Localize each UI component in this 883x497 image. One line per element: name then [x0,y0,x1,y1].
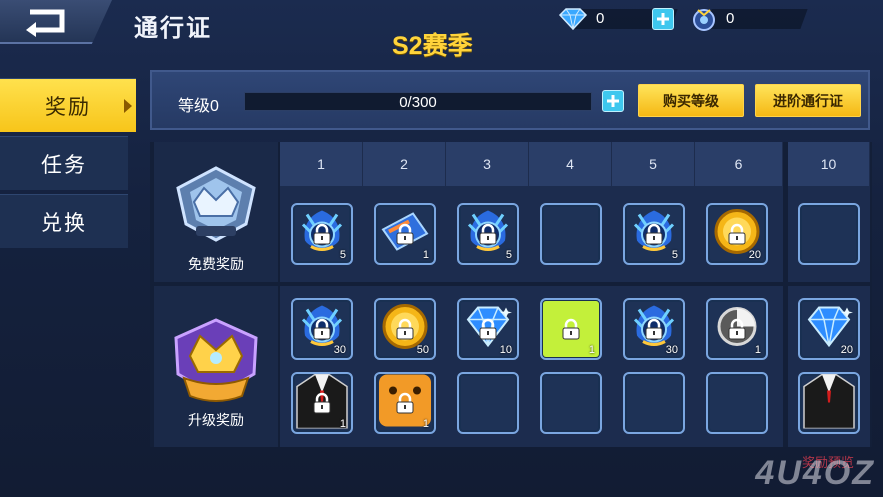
token-count: 0 [726,10,735,27]
item-count: 20 [840,344,853,356]
add-level-button[interactable] [602,90,624,112]
top-bar: 通行证 S2赛季 0 0 [0,0,883,62]
premium-reward-slot[interactable] [706,372,768,434]
free-reward-label: 免费奖励 [188,256,244,272]
page-title: 通行证 [134,15,212,42]
purple-gold-crown-emblem-icon [174,318,258,402]
level-progress-bar: 0/300 [244,92,592,111]
active-arrow-icon [124,99,132,113]
premium-reward-slot[interactable]: 50 [374,298,436,360]
column-header: 2 [363,142,446,186]
premium-reward-label: 升级奖励 [188,412,244,428]
diamond-icon [558,8,588,31]
black-suit-icon [800,374,858,432]
back-button[interactable] [0,0,112,44]
free-reward-slot[interactable] [798,203,860,265]
column-header-milestone: 10 [788,142,870,186]
add-diamond-button[interactable] [652,8,674,30]
premium-reward-slot[interactable]: 1 [706,298,768,360]
free-reward-slot[interactable]: 5 [623,203,685,265]
level-progress-text: 0/300 [399,94,437,111]
item-count: 50 [416,344,429,356]
reward-grid: 免费奖励 升级奖励 1 2 3 4 5 6 10 5 1 5 5 20 30 50 10 1 30… [150,142,872,447]
item-count: 10 [499,344,512,356]
token-currency: 0 [690,7,808,31]
premium-reward-slot[interactable] [457,372,519,434]
item-count: 30 [333,344,346,356]
season-title: S2赛季 [392,32,473,60]
sidebar-item-label: 兑换 [41,211,87,235]
sidebar-item-rewards[interactable]: 奖励 [0,78,136,132]
level-panel: 等级0 0/300 购买等级 进阶通行证 [150,70,870,130]
column-header: 1 [280,142,363,186]
premium-reward-slot[interactable]: 30 [623,298,685,360]
item-count: 5 [505,249,512,261]
column-header: 4 [529,142,612,186]
premium-reward-slot[interactable] [623,372,685,434]
sidebar-item-label: 任务 [41,153,87,177]
item-count: 5 [671,249,678,261]
free-reward-slot[interactable]: 20 [706,203,768,265]
item-count: 30 [665,344,678,356]
premium-reward-slot[interactable]: 1 [540,298,602,360]
premium-reward-slot[interactable]: 30 [291,298,353,360]
free-reward-slot[interactable]: 5 [291,203,353,265]
sidebar-item-tasks[interactable]: 任务 [0,136,128,190]
premium-reward-slot[interactable]: 20 [798,298,860,360]
diamond-count: 0 [596,10,605,27]
item-count: 1 [754,344,761,356]
premium-reward-slot[interactable] [540,372,602,434]
silver-crown-emblem-icon [176,166,256,242]
item-count: 1 [588,344,595,356]
sidebar: 奖励 任务 兑换 [0,78,136,252]
column-header: 5 [612,142,695,186]
premium-reward-slot[interactable] [798,372,860,434]
sidebar-item-exchange[interactable]: 兑换 [0,194,128,248]
sidebar-item-label: 奖励 [45,95,91,119]
free-reward-header: 免费奖励 [154,142,278,282]
premium-reward-slot[interactable]: 1 [374,372,436,434]
free-reward-slot[interactable]: 5 [457,203,519,265]
item-count: 1 [422,418,429,430]
upgrade-pass-button[interactable]: 进阶通行证 [755,84,861,117]
item-count: 1 [339,418,346,430]
buy-level-button[interactable]: 购买等级 [638,84,744,117]
level-label: 等级0 [178,98,219,115]
premium-reward-slot[interactable]: 10 [457,298,519,360]
item-count: 1 [422,249,429,261]
premium-reward-header: 升级奖励 [154,286,278,447]
column-header: 3 [446,142,529,186]
item-count: 20 [748,249,761,261]
free-reward-slot[interactable]: 1 [374,203,436,265]
item-count: 5 [339,249,346,261]
premium-reward-slot[interactable]: 1 [291,372,353,434]
back-arrow-icon [26,9,65,37]
token-icon [693,9,715,31]
free-reward-slot[interactable] [540,203,602,265]
column-header: 6 [695,142,783,186]
watermark-logo: 4U4OZ [755,454,875,492]
